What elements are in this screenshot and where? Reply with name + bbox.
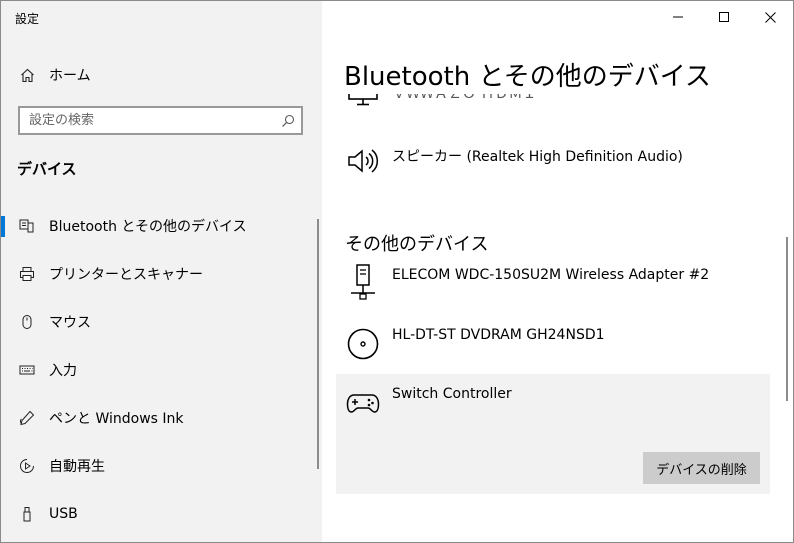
content-scrollbar[interactable] xyxy=(786,237,788,401)
sidebar-item-mouse[interactable]: マウス xyxy=(1,302,322,342)
autoplay-icon xyxy=(19,458,35,474)
sidebar-item-input[interactable]: 入力 xyxy=(1,350,322,390)
sidebar-item-pen[interactable]: ペンと Windows Ink xyxy=(1,398,322,438)
device-row-dvd-drive[interactable]: HL-DT-ST DVDRAM GH24NSD1 xyxy=(336,322,770,370)
sidebar-item-printers[interactable]: プリンターとスキャナー xyxy=(1,254,322,294)
device-name[interactable]: HL-DT-ST DVDRAM GH24NSD1 xyxy=(392,327,605,343)
minimize-icon xyxy=(673,16,683,18)
monitor-icon xyxy=(346,94,380,110)
sidebar-item-label: 入力 xyxy=(49,363,77,379)
device-name: Switch Controller xyxy=(392,386,512,402)
disc-drive-icon xyxy=(346,327,380,361)
device-row-wireless-adapter[interactable]: ELECOM WDC-150SU2M Wireless Adapter #2 xyxy=(336,262,770,310)
section-title: デバイス xyxy=(17,160,77,178)
speaker-icon xyxy=(346,144,380,178)
device-row-speaker[interactable]: スピーカー (Realtek High Definition Audio) xyxy=(336,138,770,186)
nav-home-label: ホーム xyxy=(49,68,91,84)
maximize-button[interactable] xyxy=(701,1,747,33)
minimize-button[interactable] xyxy=(655,1,701,33)
sidebar-scrollbar[interactable] xyxy=(317,219,319,469)
sidebar-item-label: 自動再生 xyxy=(49,459,105,475)
mouse-icon xyxy=(19,314,35,330)
device-name: ＶＷＷＡＺＯ ＨＤＭＩ xyxy=(392,94,537,102)
window-controls xyxy=(655,1,793,33)
home-icon xyxy=(19,67,35,83)
device-name: スピーカー (Realtek High Definition Audio) xyxy=(392,149,683,165)
settings-window: 設定 ホーム デバイス Bluetooth とその他のデバイス プリンターとス xyxy=(0,0,794,543)
sidebar-item-bluetooth[interactable]: Bluetooth とその他のデバイス xyxy=(1,206,322,246)
search-box[interactable] xyxy=(18,106,303,135)
device-name[interactable]: ELECOM WDC-150SU2M Wireless Adapter #2 xyxy=(392,267,709,283)
gamepad-icon xyxy=(346,386,380,420)
network-adapter-icon xyxy=(346,264,380,300)
search-icon[interactable] xyxy=(281,113,295,127)
keyboard-icon xyxy=(19,362,35,378)
other-devices-header: その他のデバイス xyxy=(345,234,489,255)
sidebar: 設定 ホーム デバイス Bluetooth とその他のデバイス プリンターとス xyxy=(1,1,322,542)
page-title: Bluetooth とその他のデバイス xyxy=(344,62,711,92)
sidebar-item-label: Bluetooth とその他のデバイス xyxy=(49,219,247,235)
sidebar-item-label: プリンターとスキャナー xyxy=(49,267,203,283)
sidebar-item-usb[interactable]: USB xyxy=(1,494,322,534)
sidebar-item-label: ペンと Windows Ink xyxy=(49,411,184,427)
maximize-icon xyxy=(719,12,729,22)
content-pane: Bluetooth とその他のデバイス ＶＷＷＡＺＯ ＨＤＭＩ スピーカー (R… xyxy=(322,1,793,542)
device-row-monitor[interactable]: ＶＷＷＡＺＯ ＨＤＭＩ xyxy=(336,94,770,116)
remove-device-button[interactable]: デバイスの削除 xyxy=(643,452,760,484)
device-row-switch-controller[interactable]: Switch Controller デバイスの削除 xyxy=(336,374,770,494)
close-icon xyxy=(764,11,776,23)
app-title: 設定 xyxy=(15,12,40,26)
device-list: ＶＷＷＡＺＯ ＨＤＭＩ スピーカー (Realtek High Definiti… xyxy=(322,94,792,542)
close-button[interactable] xyxy=(747,1,793,33)
sidebar-item-label: USB xyxy=(49,506,78,522)
sidebar-item-label: マウス xyxy=(49,315,91,331)
usb-icon xyxy=(19,506,35,522)
bluetooth-devices-icon xyxy=(19,218,35,234)
search-input[interactable] xyxy=(20,112,271,129)
pen-icon xyxy=(19,410,35,426)
nav-home[interactable]: ホーム xyxy=(1,55,322,95)
printer-icon xyxy=(19,266,35,282)
sidebar-item-autoplay[interactable]: 自動再生 xyxy=(1,446,322,486)
